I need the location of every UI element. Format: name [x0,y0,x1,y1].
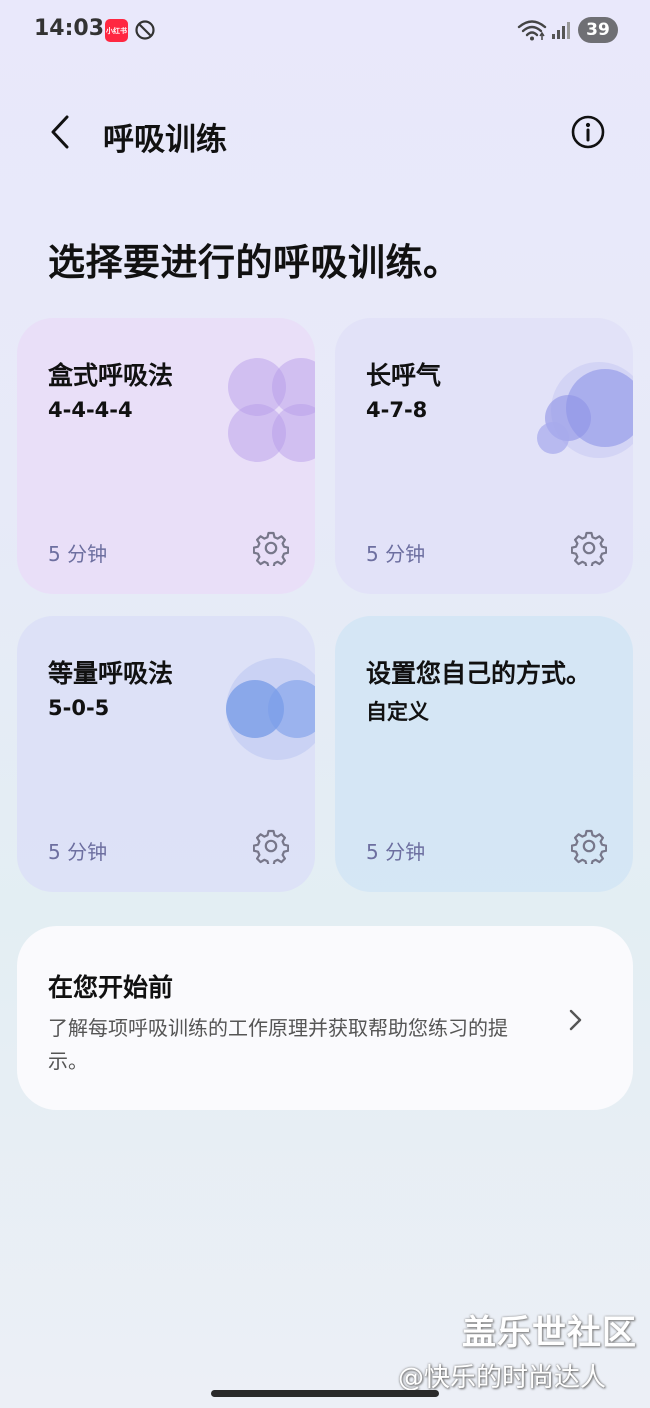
status-bar: 14:03 小红书 39 [0,0,650,60]
card-duration: 5 分钟 [48,840,108,864]
info-button[interactable] [566,110,610,154]
card-duration: 5 分钟 [366,542,426,566]
bubbles-illustration [537,362,633,458]
card-title: 设置您自己的方式。 [366,659,592,688]
watermark-community: 盖乐世社区 [462,1313,637,1353]
card-pattern: 4-7-8 [366,398,428,422]
breathing-card-equal[interactable]: 等量呼吸法 5-0-5 5 分钟 [17,616,315,892]
page-heading: 选择要进行的呼吸训练。 [48,241,461,284]
info-circle-icon [571,115,605,149]
before-you-start-description: 了解每项呼吸训练的工作原理并获取帮助您练习的提示。 [48,1016,508,1073]
card-title: 盒式呼吸法 [48,361,174,390]
chevron-right-icon [569,1009,582,1031]
card-pattern: 自定义 [366,700,429,724]
chevron-left-icon [51,115,69,149]
before-you-start-title: 在您开始前 [48,973,174,1002]
gear-icon[interactable] [571,828,607,864]
flower-illustration [228,358,315,462]
overlapping-circles-illustration [226,658,315,760]
card-duration: 5 分钟 [366,840,426,864]
back-button[interactable] [38,110,82,154]
gear-icon[interactable] [253,530,289,566]
card-duration: 5 分钟 [48,542,108,566]
xiaohongshu-app-icon: 小红书 [105,19,128,42]
do-not-disturb-icon [135,20,155,40]
breathing-card-custom[interactable]: 设置您自己的方式。 自定义 5 分钟 [335,616,633,892]
breathing-card-box[interactable]: 盒式呼吸法 4-4-4-4 5 分钟 [17,318,315,594]
page-title: 呼吸训练 [103,122,227,158]
before-you-start-card[interactable]: 在您开始前 了解每项呼吸训练的工作原理并获取帮助您练习的提示。 [17,926,633,1110]
home-indicator[interactable] [211,1390,439,1397]
card-title: 长呼气 [366,361,442,390]
gear-icon[interactable] [571,530,607,566]
card-title: 等量呼吸法 [48,659,174,688]
wifi-icon [517,20,547,41]
card-pattern: 5-0-5 [48,696,110,720]
battery-icon: 39 [578,17,618,43]
signal-icon [552,22,570,39]
status-time: 14:03 [34,16,105,41]
card-pattern: 4-4-4-4 [48,398,133,422]
gear-icon[interactable] [253,828,289,864]
watermark-handle: @快乐的时尚达人 [398,1363,607,1393]
breathing-card-long-exhale[interactable]: 长呼气 4-7-8 5 分钟 [335,318,633,594]
